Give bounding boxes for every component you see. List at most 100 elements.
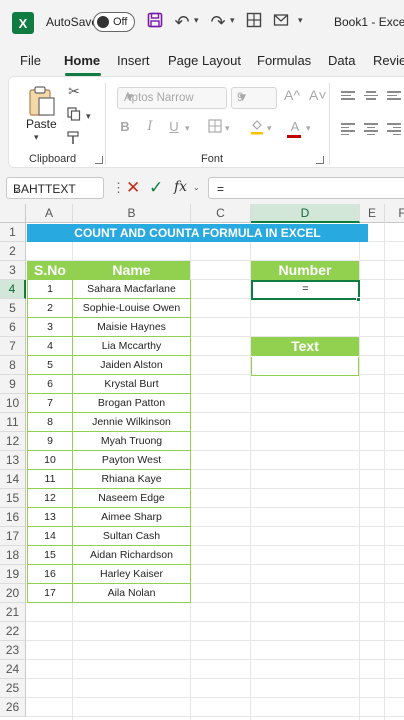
clipboard-launcher-icon[interactable] [95, 156, 103, 164]
column-header-b[interactable]: B [73, 204, 191, 223]
column-header-d[interactable]: D [251, 204, 360, 223]
tab-data[interactable]: Data [328, 53, 355, 68]
sno-cell[interactable]: 8 [27, 413, 73, 432]
name-cell[interactable]: Rhiana Kaye [73, 470, 191, 489]
sno-cell[interactable]: 1 [27, 280, 73, 299]
sno-cell[interactable]: 4 [27, 337, 73, 356]
column-header-e[interactable]: E [360, 204, 385, 223]
sno-cell[interactable]: 16 [27, 565, 73, 584]
function-dropdown-icon[interactable]: ⌄ [193, 183, 200, 192]
align-right-icon[interactable] [387, 123, 401, 135]
active-cell-d4[interactable]: = [251, 280, 360, 300]
row-header-21[interactable]: 21 [0, 603, 26, 622]
more-options-icon[interactable]: ⋮ [112, 180, 125, 196]
sno-cell[interactable]: 13 [27, 508, 73, 527]
tab-review[interactable]: Revie [373, 53, 404, 68]
customize-toolbar-icon[interactable]: ▾ [298, 15, 303, 26]
row-header-3[interactable]: 3 [0, 261, 26, 280]
sno-cell[interactable]: 11 [27, 470, 73, 489]
row-header-12[interactable]: 12 [0, 432, 26, 451]
sno-cell[interactable]: 3 [27, 318, 73, 337]
font-color-dropdown-icon[interactable]: ▾ [306, 123, 311, 134]
name-cell[interactable]: Naseem Edge [73, 489, 191, 508]
name-cell[interactable]: Lia Mccarthy [73, 337, 191, 356]
save-icon[interactable] [145, 12, 165, 34]
paste-icon[interactable] [27, 85, 57, 117]
fill-handle[interactable] [356, 297, 361, 302]
row-header-24[interactable]: 24 [0, 660, 26, 679]
row-header-19[interactable]: 19 [0, 565, 26, 584]
sno-cell[interactable]: 10 [27, 451, 73, 470]
mail-icon[interactable] [271, 12, 291, 34]
name-cell[interactable]: Aimee Sharp [73, 508, 191, 527]
name-cell[interactable]: Jaiden Alston [73, 356, 191, 375]
align-center-icon[interactable] [364, 123, 378, 135]
font-name-select[interactable]: Aptos Narrow ▼ [117, 87, 227, 109]
tab-formulas[interactable]: Formulas [257, 53, 311, 68]
font-size-select[interactable]: 9 ▼ [231, 87, 277, 109]
enter-check-icon[interactable]: ✓ [149, 178, 163, 198]
font-launcher-icon[interactable] [316, 156, 324, 164]
align-top-icon[interactable] [341, 91, 355, 103]
paste-label[interactable]: Paste [26, 117, 57, 131]
insert-function-icon[interactable]: fx [174, 179, 187, 195]
border-dropdown-icon[interactable]: ▾ [225, 123, 230, 134]
row-header-17[interactable]: 17 [0, 527, 26, 546]
name-cell[interactable]: Brogan Patton [73, 394, 191, 413]
redo-dropdown-icon[interactable]: ▾ [230, 15, 235, 26]
row-header-10[interactable]: 10 [0, 394, 26, 413]
row-header-9[interactable]: 9 [0, 375, 26, 394]
name-cell[interactable]: Payton West [73, 451, 191, 470]
fill-color-icon[interactable] [248, 119, 266, 138]
select-all-corner[interactable] [0, 204, 26, 223]
italic-button[interactable]: I [142, 119, 158, 134]
name-cell[interactable]: Sultan Cash [73, 527, 191, 546]
undo-icon[interactable]: ↶ [172, 12, 192, 32]
formula-input[interactable]: = [208, 177, 404, 199]
border-icon[interactable] [206, 119, 224, 136]
cancel-icon[interactable]: ✕ [126, 178, 140, 198]
name-cell[interactable]: Aidan Richardson [73, 546, 191, 565]
row-header-14[interactable]: 14 [0, 470, 26, 489]
sno-cell[interactable]: 6 [27, 375, 73, 394]
sno-cell[interactable]: 15 [27, 546, 73, 565]
row-header-4[interactable]: 4 [0, 280, 26, 299]
tab-home[interactable]: Home [64, 53, 100, 68]
sno-cell[interactable]: 2 [27, 299, 73, 318]
name-cell[interactable]: Krystal Burt [73, 375, 191, 394]
row-header-15[interactable]: 15 [0, 489, 26, 508]
copy-icon[interactable] [65, 107, 83, 124]
decrease-font-size-icon[interactable]: A˅ [309, 87, 327, 103]
tab-page-layout[interactable]: Page Layout [168, 53, 241, 68]
sno-cell[interactable]: 7 [27, 394, 73, 413]
column-header-f[interactable]: F [385, 204, 404, 223]
row-header-6[interactable]: 6 [0, 318, 26, 337]
row-header-18[interactable]: 18 [0, 546, 26, 565]
text-result-cell[interactable] [251, 357, 359, 376]
row-header-16[interactable]: 16 [0, 508, 26, 527]
sno-cell[interactable]: 12 [27, 489, 73, 508]
name-cell[interactable]: Sahara Macfarlane [73, 280, 191, 299]
redo-icon[interactable]: ↷ [208, 12, 228, 32]
name-cell[interactable]: Aila Nolan [73, 584, 191, 603]
underline-button[interactable]: U [166, 119, 182, 134]
sno-cell[interactable]: 17 [27, 584, 73, 603]
align-left-icon[interactable] [341, 123, 355, 135]
sno-cell[interactable]: 5 [27, 356, 73, 375]
undo-dropdown-icon[interactable]: ▾ [194, 15, 199, 26]
tab-file[interactable]: File [20, 53, 41, 68]
align-bottom-icon[interactable] [387, 91, 401, 103]
tab-insert[interactable]: Insert [117, 53, 150, 68]
font-color-icon[interactable]: A [287, 119, 303, 134]
column-header-c[interactable]: C [191, 204, 251, 223]
row-header-20[interactable]: 20 [0, 584, 26, 603]
fill-color-dropdown-icon[interactable]: ▾ [267, 123, 272, 134]
worksheet-grid[interactable]: A B C D E F 1 2 3 4 5 6 7 8 9 10 11 12 13 14 15 16 17 18 19 20 21 2… [0, 204, 404, 720]
row-header-1[interactable]: 1 [0, 223, 26, 242]
row-header-23[interactable]: 23 [0, 641, 26, 660]
sno-cell[interactable]: 14 [27, 527, 73, 546]
row-header-8[interactable]: 8 [0, 356, 26, 375]
format-painter-icon[interactable] [65, 131, 83, 148]
name-box[interactable]: BAHTTEXT ⌄ [6, 177, 104, 199]
name-cell[interactable]: Jennie Wilkinson [73, 413, 191, 432]
